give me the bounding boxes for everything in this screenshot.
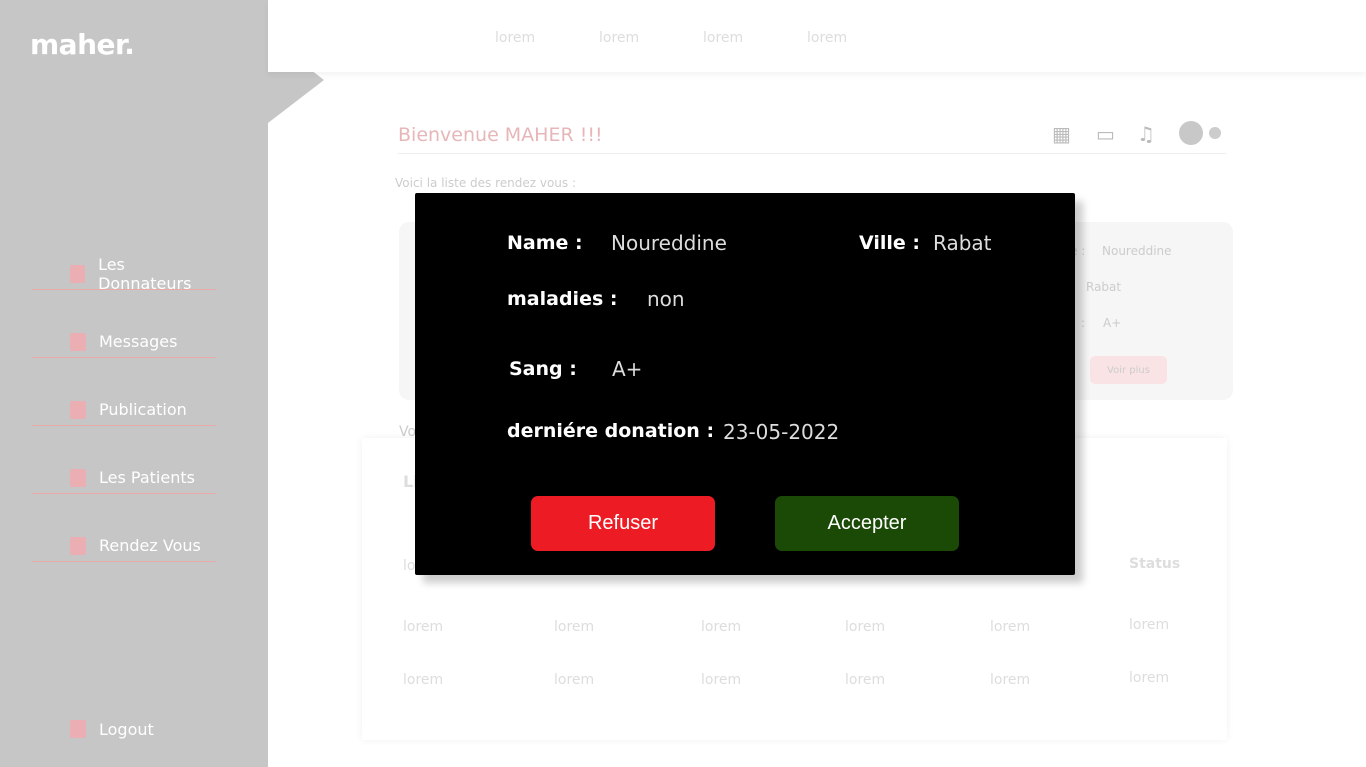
sidebar-item-label: Rendez Vous: [99, 536, 201, 555]
sidebar-item-messages[interactable]: Messages: [32, 326, 216, 358]
sidebar-item-publication[interactable]: Publication: [32, 394, 216, 426]
sidebar-item-donnateurs[interactable]: Les Donnateurs: [32, 254, 216, 293]
accept-button[interactable]: Accepter: [775, 496, 959, 551]
top-nav-link[interactable]: lorem: [703, 30, 743, 46]
sidebar-item-label: Les Donnateurs: [98, 254, 192, 293]
logout-label: Logout: [99, 719, 154, 739]
top-nav-link[interactable]: lorem: [807, 30, 847, 46]
user-icon: [70, 264, 86, 283]
table-cell: lorem: [701, 619, 742, 635]
table-cell: lorem: [845, 672, 886, 688]
top-bar: lorem lorem lorem lorem: [268, 0, 1366, 72]
table-header: lo: [403, 558, 416, 574]
table-cell: lorem: [554, 672, 595, 688]
sang-label: Sang :: [509, 358, 577, 380]
sidebar-item-label: Publication: [99, 400, 187, 419]
name-value: Noureddine: [611, 231, 727, 255]
ville-value: Rabat: [933, 231, 992, 255]
divider: [398, 153, 1226, 154]
table-cell: lorem: [403, 619, 444, 635]
sidebar-item-label: Les Patients: [99, 468, 195, 487]
logo: maher.: [30, 28, 135, 61]
ville-label: Ville :: [859, 232, 921, 254]
table-cell: lorem: [554, 619, 595, 635]
user-icon: [70, 332, 86, 351]
logout-button[interactable]: Logout: [32, 713, 216, 745]
maladies-label: maladies :: [507, 288, 618, 310]
table-cell: lorem: [1129, 670, 1170, 686]
status-header: Status: [1129, 556, 1181, 572]
avatar[interactable]: [1179, 121, 1203, 145]
voir-plus-button[interactable]: Voir plus: [1090, 356, 1167, 384]
sidebar-item-patients[interactable]: Les Patients: [32, 462, 216, 494]
chevron-down-icon[interactable]: [1209, 127, 1221, 139]
card-sang-label: :: [1081, 316, 1086, 330]
user-icon: [70, 720, 86, 738]
chat-icon[interactable]: ▭: [1096, 122, 1115, 146]
user-icon: [70, 536, 86, 555]
sidebar-item-rendez-vous[interactable]: Rendez Vous: [32, 530, 216, 562]
sidebar-item-label: Messages: [99, 332, 178, 351]
user-icon: [70, 400, 86, 419]
table-cell: lorem: [701, 672, 742, 688]
table-cell: lorem: [990, 672, 1031, 688]
table-cell: lorem: [1129, 617, 1170, 633]
refuse-button[interactable]: Refuser: [531, 496, 715, 551]
calendar-icon[interactable]: ▦: [1052, 122, 1071, 146]
subtitle: Voici la liste des rendez vous :: [395, 176, 577, 190]
top-nav-link[interactable]: lorem: [599, 30, 639, 46]
sang-value: A+: [612, 357, 643, 381]
user-icon: [70, 468, 86, 487]
donation-value: 23-05-2022: [723, 420, 840, 444]
bell-icon[interactable]: ♫: [1137, 122, 1155, 146]
table-cell: lorem: [403, 672, 444, 688]
page-title: Bienvenue MAHER !!!: [398, 124, 603, 146]
name-label: Name :: [507, 232, 583, 254]
donation-label: derniére donation :: [507, 420, 715, 442]
top-nav-link[interactable]: lorem: [495, 30, 535, 46]
donor-details-modal: Name : Noureddine Ville : Rabat maladies…: [415, 193, 1075, 575]
card-name: Noureddine: [1102, 244, 1172, 258]
sidebar: [0, 0, 268, 767]
table-cell: lorem: [990, 619, 1031, 635]
table-cell: lorem: [845, 619, 886, 635]
card-sang: A+: [1103, 316, 1122, 330]
maladies-value: non: [647, 287, 685, 311]
card-ville: Rabat: [1086, 280, 1122, 294]
